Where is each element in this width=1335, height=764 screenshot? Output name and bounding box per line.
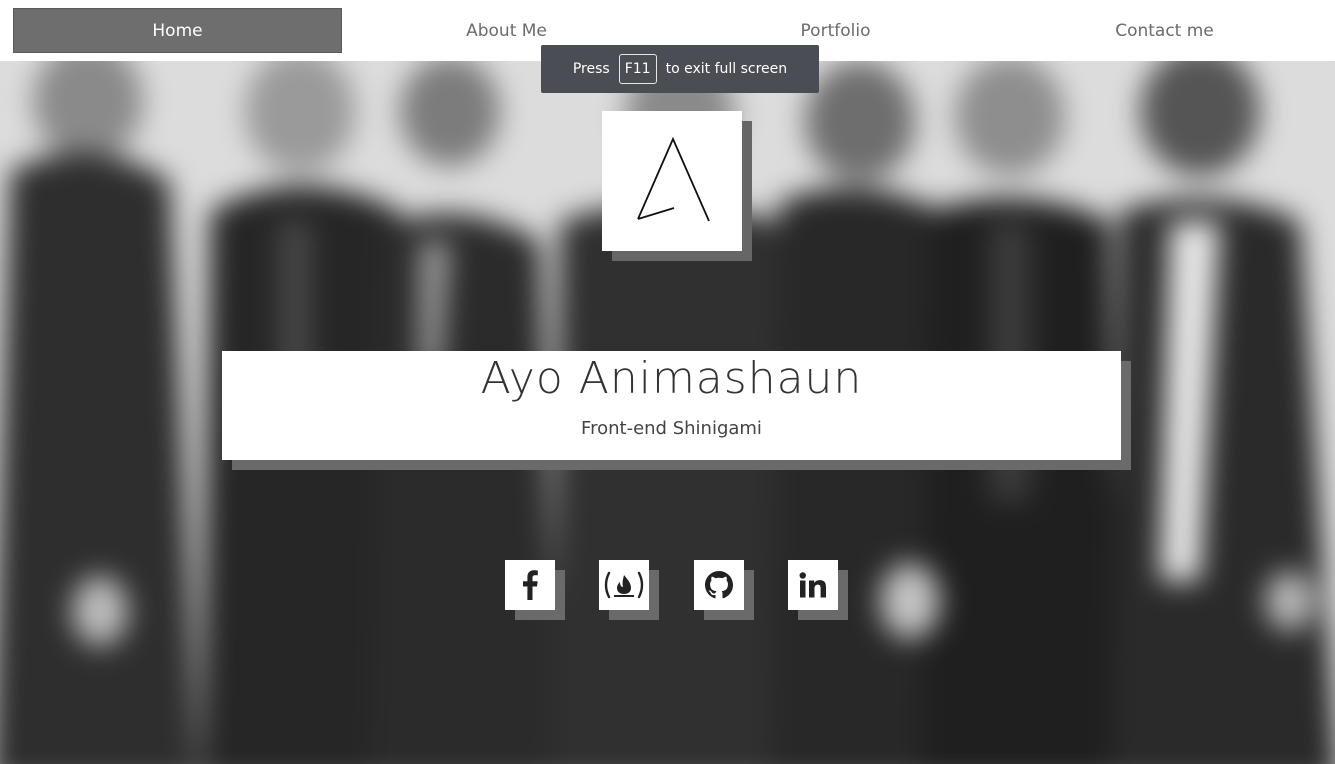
nav-contact[interactable]: Contact me [1000,8,1329,53]
social-github [694,560,754,620]
toast-text-before: Press [572,61,610,77]
toast-key: F11 [618,54,657,84]
name-card: Ayo Animashaun Front-end Shinigami [222,351,1121,460]
social-freecodecamp [599,560,659,620]
github-button[interactable] [694,560,744,610]
fullscreen-toast: Press F11 to exit full screen [541,45,819,93]
linkedin-button[interactable] [788,560,838,610]
facebook-button[interactable] [505,560,555,610]
hero-tagline: Front-end Shinigami [581,418,762,439]
facebook-icon [523,570,538,600]
logo-card [602,111,742,251]
github-icon [705,571,733,599]
toast-text-after: to exit full screen [665,61,788,77]
social-linkedin [788,560,848,620]
linkedin-icon [799,572,826,598]
social-facebook [505,560,565,620]
freecodecamp-button[interactable] [599,560,649,610]
hero-name: Ayo Animashaun [480,353,863,404]
logo-icon [637,136,710,222]
nav-home[interactable]: Home [13,8,342,53]
freecodecamp-icon [604,571,644,599]
